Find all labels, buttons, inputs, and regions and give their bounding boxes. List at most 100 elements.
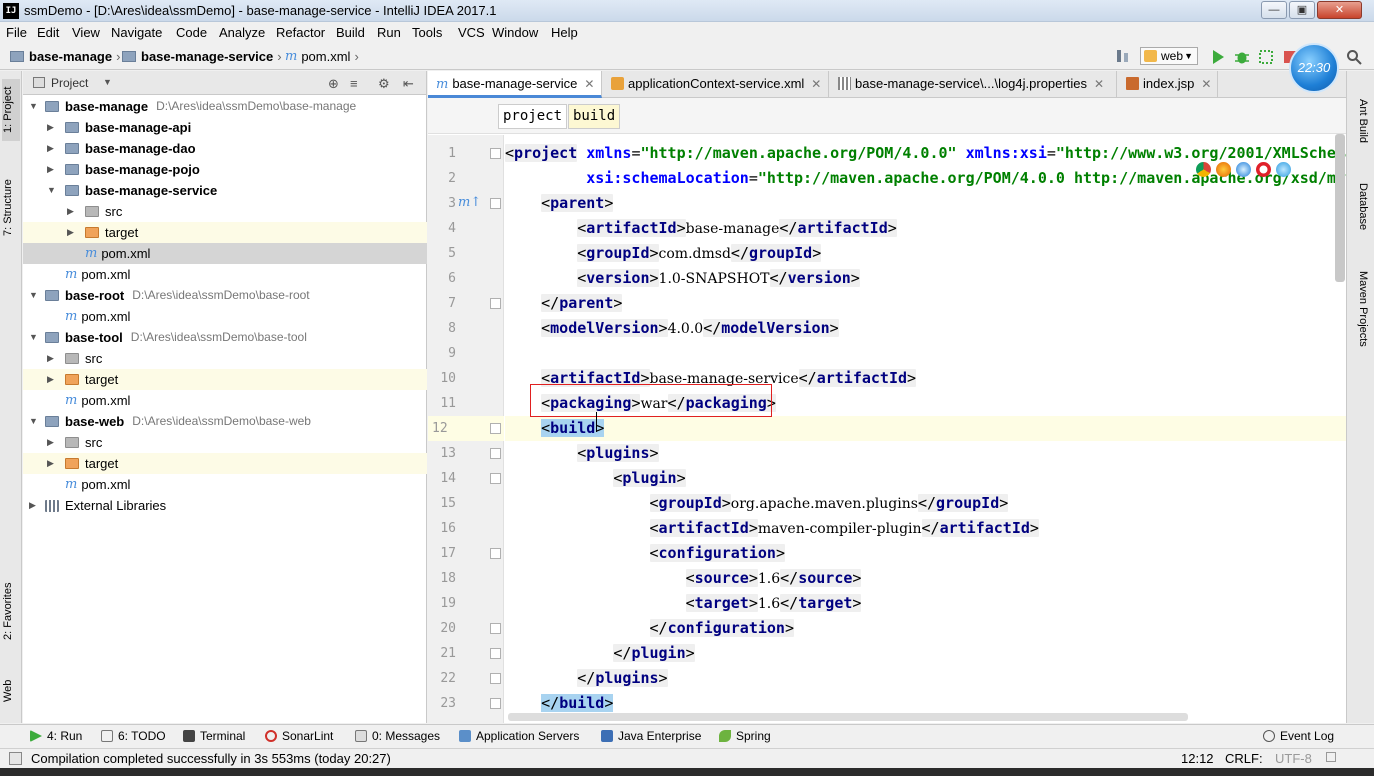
tool-tab-structure[interactable]: 7: Structure (2, 169, 20, 247)
gear-icon[interactable]: ⚙ (378, 76, 390, 92)
tab-log4j-properties[interactable]: base-manage-service\...\log4j.properties… (830, 71, 1117, 98)
tree-item-base-root[interactable]: ▼ base-root D:\Ares\idea\ssmDemo\base-ro… (23, 285, 427, 306)
caret-position[interactable]: 12:12 (1181, 751, 1214, 766)
menu-tools[interactable]: Tools (412, 25, 442, 40)
tree-item-pom[interactable]: m pom.xml (23, 474, 427, 495)
tool-spring[interactable]: Spring (719, 729, 771, 743)
expanded-arrow-icon[interactable]: ▼ (47, 180, 56, 201)
fold-marker-icon[interactable] (490, 623, 501, 634)
close-button[interactable]: ✕ (1317, 1, 1362, 19)
safari-icon[interactable] (1236, 162, 1251, 177)
tab-index-jsp[interactable]: index.jsp ✕ (1118, 71, 1218, 98)
run-icon[interactable] (1210, 49, 1226, 65)
coverage-icon[interactable] (1258, 49, 1274, 65)
collapsed-arrow-icon[interactable]: ▶ (47, 453, 54, 474)
tool-tab-maven-projects[interactable]: Maven Projects (1353, 271, 1369, 347)
collapse-all-icon[interactable]: ≡ (350, 76, 358, 91)
toggle-tool-windows-icon[interactable] (9, 752, 22, 765)
close-icon[interactable]: ✕ (811, 77, 821, 91)
expanded-arrow-icon[interactable]: ▼ (29, 285, 38, 306)
run-configuration-select[interactable]: web ▼ (1140, 47, 1198, 65)
fold-marker-icon[interactable] (490, 298, 501, 309)
tool-tab-database[interactable]: Database (1353, 183, 1369, 230)
fold-marker-icon[interactable] (490, 548, 501, 559)
tool-tab-project[interactable]: 1: Project (2, 79, 20, 141)
tree-item-target[interactable]: ▶ target (23, 222, 427, 243)
collapsed-arrow-icon[interactable]: ▶ (29, 495, 36, 516)
tree-item-pom[interactable]: m pom.xml (23, 264, 427, 285)
tool-tab-ant-build[interactable]: Ant Build (1353, 99, 1369, 143)
tree-item-base-manage-api[interactable]: ▶ base-manage-api (23, 117, 427, 138)
lock-icon[interactable] (1326, 752, 1336, 762)
fold-marker-icon[interactable] (490, 148, 501, 159)
tree-item-external-libraries[interactable]: ▶ External Libraries (23, 495, 427, 516)
maven-overrides-icon[interactable]: m↑ (458, 195, 481, 210)
file-encoding[interactable]: UTF-8 (1275, 751, 1312, 766)
vertical-scrollbar[interactable] (1335, 134, 1345, 282)
search-icon[interactable] (1346, 49, 1362, 65)
close-icon[interactable]: ✕ (1094, 77, 1104, 91)
chrome-icon[interactable] (1196, 162, 1211, 177)
chevron-down-icon[interactable]: ▼ (103, 77, 112, 87)
menu-vcs[interactable]: VCS (458, 25, 485, 40)
fold-marker-icon[interactable] (490, 673, 501, 684)
tree-item-target[interactable]: ▶ target (23, 453, 427, 474)
fold-marker-icon[interactable] (490, 423, 501, 434)
tool-todo[interactable]: 6: TODO (101, 729, 166, 743)
menu-run[interactable]: Run (377, 25, 401, 40)
collapsed-arrow-icon[interactable]: ▶ (67, 201, 74, 222)
tree-item-base-manage[interactable]: ▼ base-manage D:\Ares\idea\ssmDemo\base-… (23, 96, 427, 117)
tree-item-base-manage-service[interactable]: ▼ base-manage-service (23, 180, 427, 201)
collapsed-arrow-icon[interactable]: ▶ (67, 222, 74, 243)
menu-help[interactable]: Help (551, 25, 578, 40)
firefox-icon[interactable] (1216, 162, 1231, 177)
expanded-arrow-icon[interactable]: ▼ (29, 96, 38, 117)
menu-view[interactable]: View (72, 25, 100, 40)
hide-panel-icon[interactable]: ⇤ (403, 76, 414, 92)
nav-crumb-base-manage[interactable]: base-manage › (10, 49, 120, 64)
tool-terminal[interactable]: Terminal (183, 729, 245, 743)
build-project-icon[interactable] (1115, 48, 1131, 64)
collapsed-arrow-icon[interactable]: ▶ (47, 138, 54, 159)
collapsed-arrow-icon[interactable]: ▶ (47, 117, 54, 138)
nav-crumb-pom[interactable]: m pom.xml › (285, 49, 359, 64)
project-panel-title[interactable]: Project (51, 76, 88, 90)
tree-item-pom[interactable]: m pom.xml (23, 390, 427, 411)
horizontal-scrollbar[interactable] (508, 713, 1188, 721)
fold-marker-icon[interactable] (490, 473, 501, 484)
expanded-arrow-icon[interactable]: ▼ (29, 411, 38, 432)
menu-code[interactable]: Code (176, 25, 207, 40)
maximize-button[interactable]: ▣ (1289, 1, 1315, 19)
tool-application-servers[interactable]: Application Servers (459, 729, 579, 743)
tree-item-base-web[interactable]: ▼ base-web D:\Ares\idea\ssmDemo\base-web (23, 411, 427, 432)
tool-run[interactable]: 4: Run (30, 729, 82, 743)
tree-item-src[interactable]: ▶ src (23, 201, 427, 222)
close-icon[interactable]: ✕ (1201, 77, 1211, 91)
xml-crumb-build[interactable]: build (568, 104, 621, 129)
nav-crumb-base-manage-service[interactable]: base-manage-service › (122, 49, 282, 64)
tree-item-base-manage-dao[interactable]: ▶ base-manage-dao (23, 138, 427, 159)
sync-icon[interactable]: ⊕ (328, 76, 339, 92)
fold-marker-icon[interactable] (490, 648, 501, 659)
code-editor[interactable]: <project xmlns="http://maven.apache.org/… (505, 135, 1346, 723)
close-icon[interactable]: ✕ (584, 77, 594, 91)
menu-window[interactable]: Window (492, 25, 538, 40)
menu-navigate[interactable]: Navigate (111, 25, 162, 40)
opera-icon[interactable] (1256, 162, 1271, 177)
tab-base-manage-service[interactable]: m base-manage-service ✕ (428, 71, 602, 98)
tool-messages[interactable]: 0: Messages (355, 729, 440, 743)
collapsed-arrow-icon[interactable]: ▶ (47, 159, 54, 180)
tool-event-log[interactable]: Event Log (1263, 729, 1334, 743)
expanded-arrow-icon[interactable]: ▼ (29, 327, 38, 348)
tool-java-enterprise[interactable]: Java Enterprise (601, 729, 701, 743)
tree-item-target[interactable]: ▶ target (23, 369, 427, 390)
ie-icon[interactable] (1276, 162, 1291, 177)
fold-marker-icon[interactable] (490, 198, 501, 209)
menu-edit[interactable]: Edit (37, 25, 59, 40)
fold-marker-icon[interactable] (490, 448, 501, 459)
menu-build[interactable]: Build (336, 25, 365, 40)
debug-icon[interactable] (1234, 49, 1250, 65)
tree-item-src[interactable]: ▶ src (23, 348, 427, 369)
minimize-button[interactable]: — (1261, 1, 1287, 19)
tree-item-pom-selected[interactable]: m pom.xml (23, 243, 427, 264)
